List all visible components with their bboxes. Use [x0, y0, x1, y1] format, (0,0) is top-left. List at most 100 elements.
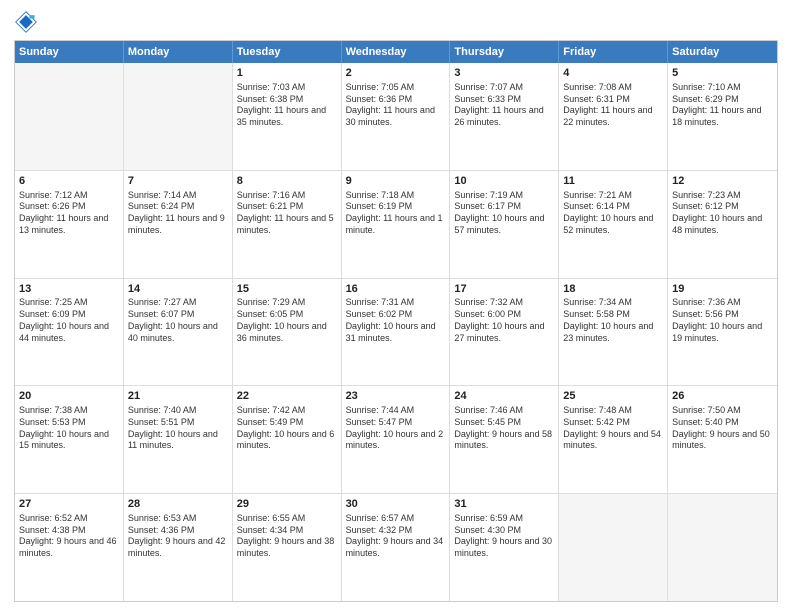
- calendar-cell-r5-c2: 28Sunrise: 6:53 AM Sunset: 4:36 PM Dayli…: [124, 494, 233, 601]
- cell-content: Sunrise: 7:19 AM Sunset: 6:17 PM Dayligh…: [454, 190, 554, 237]
- day-number: 28: [128, 497, 228, 512]
- day-number: 7: [128, 174, 228, 189]
- cell-content: Sunrise: 7:14 AM Sunset: 6:24 PM Dayligh…: [128, 190, 228, 237]
- day-number: 14: [128, 282, 228, 297]
- calendar-cell-r3-c2: 14Sunrise: 7:27 AM Sunset: 6:07 PM Dayli…: [124, 279, 233, 386]
- day-number: 8: [237, 174, 337, 189]
- header-tuesday: Tuesday: [233, 41, 342, 63]
- calendar-cell-r3-c1: 13Sunrise: 7:25 AM Sunset: 6:09 PM Dayli…: [15, 279, 124, 386]
- calendar-cell-r3-c7: 19Sunrise: 7:36 AM Sunset: 5:56 PM Dayli…: [668, 279, 777, 386]
- day-number: 12: [672, 174, 773, 189]
- calendar-cell-r5-c5: 31Sunrise: 6:59 AM Sunset: 4:30 PM Dayli…: [450, 494, 559, 601]
- calendar-cell-r4-c5: 24Sunrise: 7:46 AM Sunset: 5:45 PM Dayli…: [450, 386, 559, 493]
- calendar-cell-r5-c4: 30Sunrise: 6:57 AM Sunset: 4:32 PM Dayli…: [342, 494, 451, 601]
- cell-content: Sunrise: 7:38 AM Sunset: 5:53 PM Dayligh…: [19, 405, 119, 452]
- cell-content: Sunrise: 7:16 AM Sunset: 6:21 PM Dayligh…: [237, 190, 337, 237]
- header-wednesday: Wednesday: [342, 41, 451, 63]
- cell-content: Sunrise: 7:44 AM Sunset: 5:47 PM Dayligh…: [346, 405, 446, 452]
- calendar-cell-r3-c5: 17Sunrise: 7:32 AM Sunset: 6:00 PM Dayli…: [450, 279, 559, 386]
- cell-content: Sunrise: 7:18 AM Sunset: 6:19 PM Dayligh…: [346, 190, 446, 237]
- calendar-row-3: 13Sunrise: 7:25 AM Sunset: 6:09 PM Dayli…: [15, 279, 777, 387]
- cell-content: Sunrise: 6:53 AM Sunset: 4:36 PM Dayligh…: [128, 513, 228, 560]
- cell-content: Sunrise: 7:32 AM Sunset: 6:00 PM Dayligh…: [454, 297, 554, 344]
- day-number: 11: [563, 174, 663, 189]
- calendar-cell-r2-c7: 12Sunrise: 7:23 AM Sunset: 6:12 PM Dayli…: [668, 171, 777, 278]
- calendar-cell-r2-c5: 10Sunrise: 7:19 AM Sunset: 6:17 PM Dayli…: [450, 171, 559, 278]
- calendar-cell-r2-c1: 6Sunrise: 7:12 AM Sunset: 6:26 PM Daylig…: [15, 171, 124, 278]
- day-number: 23: [346, 389, 446, 404]
- calendar-cell-r1-c3: 1Sunrise: 7:03 AM Sunset: 6:38 PM Daylig…: [233, 63, 342, 170]
- calendar-cell-r1-c1: [15, 63, 124, 170]
- cell-content: Sunrise: 7:08 AM Sunset: 6:31 PM Dayligh…: [563, 82, 663, 129]
- day-number: 9: [346, 174, 446, 189]
- day-number: 20: [19, 389, 119, 404]
- calendar-cell-r5-c3: 29Sunrise: 6:55 AM Sunset: 4:34 PM Dayli…: [233, 494, 342, 601]
- cell-content: Sunrise: 7:31 AM Sunset: 6:02 PM Dayligh…: [346, 297, 446, 344]
- cell-content: Sunrise: 7:50 AM Sunset: 5:40 PM Dayligh…: [672, 405, 773, 452]
- day-number: 22: [237, 389, 337, 404]
- day-number: 4: [563, 66, 663, 81]
- cell-content: Sunrise: 7:48 AM Sunset: 5:42 PM Dayligh…: [563, 405, 663, 452]
- calendar-body: 1Sunrise: 7:03 AM Sunset: 6:38 PM Daylig…: [15, 63, 777, 601]
- calendar-cell-r4-c4: 23Sunrise: 7:44 AM Sunset: 5:47 PM Dayli…: [342, 386, 451, 493]
- cell-content: Sunrise: 7:34 AM Sunset: 5:58 PM Dayligh…: [563, 297, 663, 344]
- calendar-cell-r4-c2: 21Sunrise: 7:40 AM Sunset: 5:51 PM Dayli…: [124, 386, 233, 493]
- calendar-row-4: 20Sunrise: 7:38 AM Sunset: 5:53 PM Dayli…: [15, 386, 777, 494]
- cell-content: Sunrise: 6:59 AM Sunset: 4:30 PM Dayligh…: [454, 513, 554, 560]
- calendar-cell-r2-c2: 7Sunrise: 7:14 AM Sunset: 6:24 PM Daylig…: [124, 171, 233, 278]
- cell-content: Sunrise: 7:07 AM Sunset: 6:33 PM Dayligh…: [454, 82, 554, 129]
- calendar-cell-r4-c3: 22Sunrise: 7:42 AM Sunset: 5:49 PM Dayli…: [233, 386, 342, 493]
- calendar-header-row: Sunday Monday Tuesday Wednesday Thursday…: [15, 41, 777, 63]
- day-number: 2: [346, 66, 446, 81]
- day-number: 27: [19, 497, 119, 512]
- header-thursday: Thursday: [450, 41, 559, 63]
- cell-content: Sunrise: 7:10 AM Sunset: 6:29 PM Dayligh…: [672, 82, 773, 129]
- cell-content: Sunrise: 7:12 AM Sunset: 6:26 PM Dayligh…: [19, 190, 119, 237]
- cell-content: Sunrise: 7:23 AM Sunset: 6:12 PM Dayligh…: [672, 190, 773, 237]
- day-number: 5: [672, 66, 773, 81]
- cell-content: Sunrise: 7:25 AM Sunset: 6:09 PM Dayligh…: [19, 297, 119, 344]
- day-number: 16: [346, 282, 446, 297]
- cell-content: Sunrise: 7:27 AM Sunset: 6:07 PM Dayligh…: [128, 297, 228, 344]
- day-number: 31: [454, 497, 554, 512]
- calendar-cell-r3-c3: 15Sunrise: 7:29 AM Sunset: 6:05 PM Dayli…: [233, 279, 342, 386]
- calendar-row-5: 27Sunrise: 6:52 AM Sunset: 4:38 PM Dayli…: [15, 494, 777, 601]
- day-number: 26: [672, 389, 773, 404]
- calendar-cell-r5-c7: [668, 494, 777, 601]
- day-number: 13: [19, 282, 119, 297]
- calendar-cell-r1-c2: [124, 63, 233, 170]
- day-number: 17: [454, 282, 554, 297]
- day-number: 21: [128, 389, 228, 404]
- day-number: 24: [454, 389, 554, 404]
- calendar-cell-r1-c5: 3Sunrise: 7:07 AM Sunset: 6:33 PM Daylig…: [450, 63, 559, 170]
- calendar-cell-r1-c4: 2Sunrise: 7:05 AM Sunset: 6:36 PM Daylig…: [342, 63, 451, 170]
- calendar-cell-r4-c1: 20Sunrise: 7:38 AM Sunset: 5:53 PM Dayli…: [15, 386, 124, 493]
- day-number: 10: [454, 174, 554, 189]
- header-sunday: Sunday: [15, 41, 124, 63]
- header-monday: Monday: [124, 41, 233, 63]
- cell-content: Sunrise: 6:57 AM Sunset: 4:32 PM Dayligh…: [346, 513, 446, 560]
- day-number: 6: [19, 174, 119, 189]
- day-number: 3: [454, 66, 554, 81]
- cell-content: Sunrise: 6:55 AM Sunset: 4:34 PM Dayligh…: [237, 513, 337, 560]
- calendar-row-2: 6Sunrise: 7:12 AM Sunset: 6:26 PM Daylig…: [15, 171, 777, 279]
- day-number: 29: [237, 497, 337, 512]
- header-friday: Friday: [559, 41, 668, 63]
- day-number: 18: [563, 282, 663, 297]
- calendar-cell-r3-c4: 16Sunrise: 7:31 AM Sunset: 6:02 PM Dayli…: [342, 279, 451, 386]
- cell-content: Sunrise: 7:46 AM Sunset: 5:45 PM Dayligh…: [454, 405, 554, 452]
- cell-content: Sunrise: 7:21 AM Sunset: 6:14 PM Dayligh…: [563, 190, 663, 237]
- calendar-cell-r3-c6: 18Sunrise: 7:34 AM Sunset: 5:58 PM Dayli…: [559, 279, 668, 386]
- calendar-cell-r2-c6: 11Sunrise: 7:21 AM Sunset: 6:14 PM Dayli…: [559, 171, 668, 278]
- header-saturday: Saturday: [668, 41, 777, 63]
- day-number: 25: [563, 389, 663, 404]
- cell-content: Sunrise: 7:36 AM Sunset: 5:56 PM Dayligh…: [672, 297, 773, 344]
- cell-content: Sunrise: 7:42 AM Sunset: 5:49 PM Dayligh…: [237, 405, 337, 452]
- cell-content: Sunrise: 7:05 AM Sunset: 6:36 PM Dayligh…: [346, 82, 446, 129]
- calendar-cell-r1-c6: 4Sunrise: 7:08 AM Sunset: 6:31 PM Daylig…: [559, 63, 668, 170]
- cell-content: Sunrise: 7:29 AM Sunset: 6:05 PM Dayligh…: [237, 297, 337, 344]
- day-number: 1: [237, 66, 337, 81]
- day-number: 30: [346, 497, 446, 512]
- calendar-cell-r4-c6: 25Sunrise: 7:48 AM Sunset: 5:42 PM Dayli…: [559, 386, 668, 493]
- calendar: Sunday Monday Tuesday Wednesday Thursday…: [14, 40, 778, 602]
